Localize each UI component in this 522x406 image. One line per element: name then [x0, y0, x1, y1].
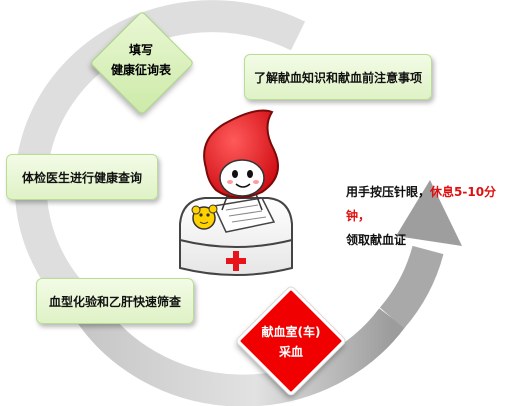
step-collection-line1: 献血室(车) [261, 325, 321, 339]
step-checkup-label: 体检医生进行健康查询 [21, 170, 142, 185]
step-fill-form: 填写 健康征询表 [100, 40, 182, 80]
aftercare-press-text: 用手按压针眼， [346, 185, 431, 199]
step-learn-box: 了解献血知识和献血前注意事项 [244, 54, 432, 100]
blood-donation-process-diagram: 填写 健康征询表 了解献血知识和献血前注意事项 体检医生进行健康查询 血型化验和… [0, 0, 522, 406]
step-learn-label: 了解献血知识和献血前注意事项 [253, 70, 422, 85]
aftercare-line1: 用手按压针眼，休息5-10分钟， [346, 180, 520, 228]
step-screening-box: 血型化验和乙肝快速筛查 [36, 278, 194, 324]
step-collection: 献血室(车) 采血 [248, 322, 334, 362]
step-fill-form-line2: 健康征询表 [110, 63, 171, 77]
blood-drop-mascot-icon [203, 108, 279, 211]
step-screening-label: 血型化验和乙肝快速筛查 [48, 294, 181, 309]
aftercare-note: 用手按压针眼，休息5-10分钟， 领取献血证 [346, 180, 520, 252]
aftercare-line2: 领取献血证 [346, 233, 407, 247]
step-collection-line2: 采血 [278, 345, 303, 359]
step-checkup-box: 体检医生进行健康查询 [6, 154, 158, 200]
step-fill-form-line1: 填写 [128, 43, 153, 57]
